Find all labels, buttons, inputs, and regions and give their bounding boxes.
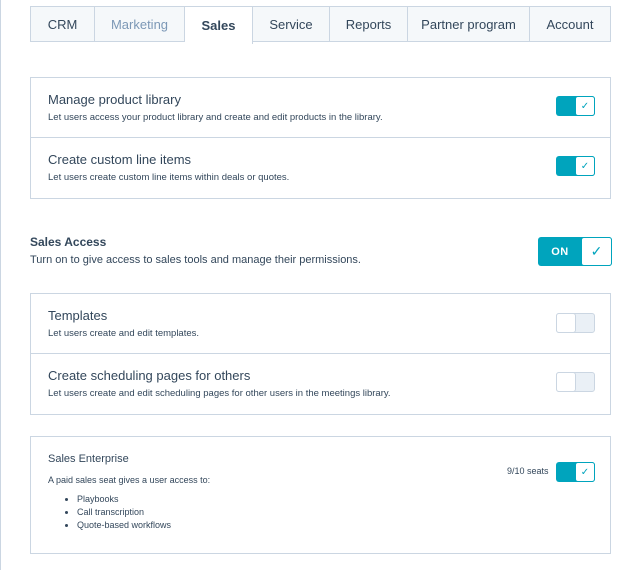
check-icon: ✓	[575, 96, 595, 116]
permission-title: Create scheduling pages for others	[48, 368, 251, 383]
product-permissions-card: Manage product library Let users access …	[30, 77, 611, 199]
sales-enterprise-toggle[interactable]: ✓	[556, 462, 595, 482]
tab-service[interactable]: Service	[253, 7, 330, 41]
permission-row-manage-product-library: Manage product library Let users access …	[31, 78, 610, 138]
check-icon: ✓	[581, 237, 612, 266]
check-icon: ✓	[575, 156, 595, 176]
permission-row-scheduling-pages: Create scheduling pages for others Let u…	[31, 354, 610, 414]
enterprise-title: Sales Enterprise	[48, 453, 129, 465]
sales-enterprise-card: Sales Enterprise A paid sales seat gives…	[30, 436, 611, 554]
sales-permissions-card: Templates Let users create and edit temp…	[30, 293, 611, 415]
permission-title: Templates	[48, 308, 108, 323]
tab-crm[interactable]: CRM	[31, 7, 95, 41]
custom-line-items-toggle[interactable]: ✓	[556, 156, 595, 176]
enterprise-description: A paid sales seat gives a user access to…	[48, 475, 211, 485]
tab-reports[interactable]: Reports	[330, 7, 408, 41]
list-item: Playbooks	[77, 493, 171, 506]
permission-description: Let users create and edit templates.	[48, 328, 200, 339]
toggle-knob	[556, 313, 576, 333]
scheduling-pages-toggle[interactable]	[556, 372, 595, 392]
tab-partner-program[interactable]: Partner program	[408, 7, 530, 41]
tab-marketing[interactable]: Marketing	[95, 7, 185, 41]
permission-title: Create custom line items	[48, 152, 192, 167]
permission-row-templates: Templates Let users create and edit temp…	[31, 294, 610, 354]
list-item: Quote-based workflows	[77, 519, 171, 532]
permission-tabs: CRM Marketing Sales Service Reports Part…	[30, 6, 611, 44]
check-icon: ✓	[575, 462, 595, 482]
seat-count: 9/10 seats	[507, 466, 549, 476]
toggle-knob	[556, 372, 576, 392]
permission-row-custom-line-items: Create custom line items Let users creat…	[31, 138, 610, 198]
permission-description: Let users create and edit scheduling pag…	[48, 388, 391, 399]
sales-access-heading: Sales Access	[30, 235, 107, 249]
list-item: Call transcription	[77, 506, 171, 519]
permission-description: Let users create custom line items withi…	[48, 172, 290, 183]
left-border	[0, 0, 1, 570]
permission-title: Manage product library	[48, 92, 181, 107]
sales-access-toggle[interactable]: ON ✓	[538, 237, 612, 266]
enterprise-feature-list: Playbooks Call transcription Quote-based…	[65, 493, 171, 532]
templates-toggle[interactable]	[556, 313, 595, 333]
toggle-on-label: ON	[551, 245, 569, 258]
tab-account[interactable]: Account	[530, 7, 610, 41]
sales-access-description: Turn on to give access to sales tools an…	[30, 254, 361, 266]
manage-product-library-toggle[interactable]: ✓	[556, 96, 595, 116]
tab-sales[interactable]: Sales	[185, 7, 253, 44]
permission-description: Let users access your product library an…	[48, 112, 383, 123]
